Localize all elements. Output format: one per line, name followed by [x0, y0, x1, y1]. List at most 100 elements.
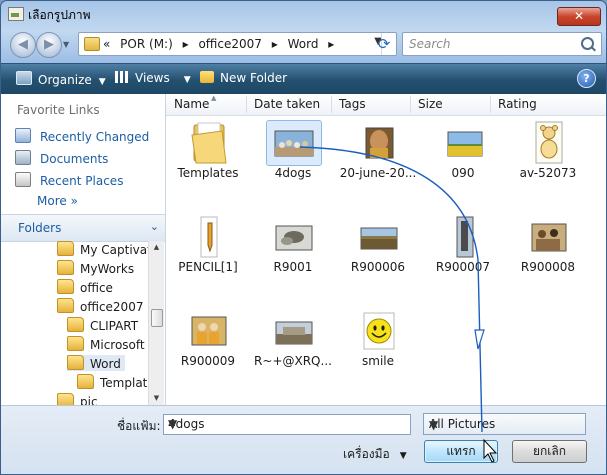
filename-input[interactable]: 4dogs ▼	[163, 414, 411, 435]
dialog-footer: ชื่อแฟ้ม: 4dogs ▼ All Pictures ▼ เครื่อง…	[1, 405, 606, 474]
file-label: 4dogs	[274, 166, 312, 180]
file-item-r900006[interactable]: R900006	[338, 214, 418, 278]
tree-item-clipart[interactable]: CLIPART	[67, 317, 138, 333]
file-item-av-52073[interactable]: av-52073	[508, 120, 588, 184]
file-item-20-june[interactable]: 20-june-20...	[338, 120, 418, 184]
insert-button[interactable]: แทรก	[424, 440, 498, 463]
column-date-taken[interactable]: Date taken	[254, 97, 320, 111]
cancel-button[interactable]: ยกเลิก	[512, 440, 587, 463]
recently-changed-icon	[15, 128, 31, 143]
tree-item-word[interactable]: Word	[67, 355, 125, 371]
file-item-r9001[interactable]: R9001	[253, 214, 333, 278]
file-item-rxrq[interactable]: R~+@XRQ...	[253, 308, 333, 372]
favorite-recently-changed[interactable]: Recently Changed	[15, 128, 149, 144]
chevron-down-icon: ▼	[399, 451, 407, 461]
chevron-down-icon: ▼	[98, 77, 106, 87]
sort-ascending-icon: ▲	[211, 94, 217, 102]
close-button[interactable]: ✕	[557, 7, 601, 26]
column-name[interactable]: Name ▲	[174, 94, 216, 111]
thumbnail	[181, 308, 237, 354]
navigation-bar: ◀ ▶ ▼ « POR (M:) ▸ office2007 ▸ Word ▸ ▼…	[1, 28, 606, 61]
command-toolbar: Organize ▼ Views ▼ New Folder ?	[1, 63, 606, 95]
breadcrumb-office2007[interactable]: office2007	[198, 37, 261, 51]
file-item-smile[interactable]: smile	[338, 308, 418, 372]
window-title: เลือกรูปภาพ	[28, 8, 91, 22]
photo-r900006	[360, 227, 398, 250]
folder-icon	[191, 122, 227, 164]
photo-r9001	[275, 225, 313, 251]
scroll-up-icon[interactable]: ▲	[152, 243, 161, 252]
tools-menu[interactable]: เครื่องมือ ▼	[343, 445, 407, 464]
organize-button[interactable]: Organize ▼	[16, 71, 106, 87]
breadcrumb-separator[interactable]: ▸	[183, 37, 189, 51]
scrollbar-thumb[interactable]	[151, 309, 163, 327]
column-tags[interactable]: Tags	[339, 97, 366, 111]
chevron-down-icon[interactable]: ▼	[168, 417, 407, 431]
breadcrumb-overflow[interactable]: «	[103, 37, 110, 51]
photo-r900009	[191, 316, 227, 346]
tree-item-my-captivate[interactable]: My Captivate	[57, 241, 148, 257]
file-label: 20-june-20...	[339, 166, 417, 180]
thumbnail	[521, 214, 577, 260]
favorite-documents[interactable]: Documents	[15, 150, 108, 166]
file-item-r900008[interactable]: R900008	[508, 214, 588, 278]
photo-090	[447, 131, 483, 157]
folder-tree-scrollbar[interactable]: ▲ ▼	[148, 241, 164, 405]
breadcrumb-word[interactable]: Word	[288, 37, 319, 51]
column-divider[interactable]	[410, 96, 411, 113]
photo-rxrq	[275, 321, 313, 345]
column-divider[interactable]	[490, 96, 491, 113]
tree-item-microsoft[interactable]: Microsoft C	[67, 336, 148, 352]
folder-icon	[67, 317, 84, 332]
column-rating[interactable]: Rating	[498, 97, 537, 111]
file-item-090[interactable]: 090	[423, 120, 503, 184]
file-item-4dogs[interactable]: 4dogs	[253, 120, 333, 184]
tree-item-label: pic	[80, 395, 98, 405]
views-icon	[115, 71, 129, 83]
thumbnail	[266, 214, 322, 260]
new-folder-button[interactable]: New Folder	[200, 71, 287, 85]
file-item-r900009[interactable]: R900009	[168, 308, 248, 372]
tree-item-myworks[interactable]: MyWorks	[57, 260, 134, 276]
search-input[interactable]: Search	[402, 32, 602, 56]
folders-header[interactable]: Folders ⌄	[1, 214, 165, 242]
tools-label: เครื่องมือ	[343, 447, 390, 461]
thumbnail	[436, 120, 492, 166]
folder-icon	[77, 374, 94, 389]
breadcrumb-separator[interactable]: ▸	[272, 37, 278, 51]
folder-icon	[57, 260, 74, 275]
file-item-pencil[interactable]: PENCIL[1]	[168, 214, 248, 278]
favorite-recent-places[interactable]: Recent Places	[15, 172, 123, 188]
file-item-r900007[interactable]: R900007	[423, 214, 503, 278]
breadcrumb-separator[interactable]: ▸	[328, 37, 334, 51]
column-headers: Name ▲ Date taken Tags Size Rating	[166, 94, 606, 116]
picture-icon	[8, 7, 24, 21]
more-links[interactable]: More »	[37, 194, 78, 208]
back-button[interactable]: ◀	[10, 32, 36, 58]
refresh-icon[interactable]: ⟳	[374, 35, 394, 55]
column-size[interactable]: Size	[418, 97, 443, 111]
tree-item-office2007[interactable]: office2007	[57, 298, 143, 314]
filename-label: ชื่อแฟ้ม:	[117, 419, 161, 433]
tree-item-pic[interactable]: pic	[57, 393, 98, 405]
views-button[interactable]: Views ▼	[115, 71, 191, 85]
tree-item-template[interactable]: Template	[77, 374, 148, 390]
forward-button[interactable]: ▶	[36, 32, 62, 58]
scroll-down-icon[interactable]: ▼	[152, 394, 161, 403]
recent-pages-dropdown[interactable]: ▼	[63, 40, 69, 49]
column-divider[interactable]	[246, 96, 247, 113]
column-divider[interactable]	[331, 96, 332, 113]
chevron-down-icon[interactable]: ⌄	[150, 220, 159, 233]
folders-label: Folders	[18, 221, 62, 235]
help-icon[interactable]: ?	[577, 69, 596, 88]
file-label: av-52073	[519, 166, 577, 180]
chevron-down-icon[interactable]: ▼	[429, 418, 581, 432]
tree-item-office[interactable]: office	[57, 279, 113, 295]
address-bar[interactable]: « POR (M:) ▸ office2007 ▸ Word ▸ ▼	[78, 32, 397, 56]
search-icon[interactable]	[581, 37, 594, 50]
views-label: Views	[135, 71, 170, 85]
recent-places-icon	[15, 172, 31, 187]
file-type-select[interactable]: All Pictures ▼	[423, 413, 586, 435]
breadcrumb-drive[interactable]: POR (M:)	[120, 37, 173, 51]
file-item-templates[interactable]: Templates	[168, 120, 248, 184]
